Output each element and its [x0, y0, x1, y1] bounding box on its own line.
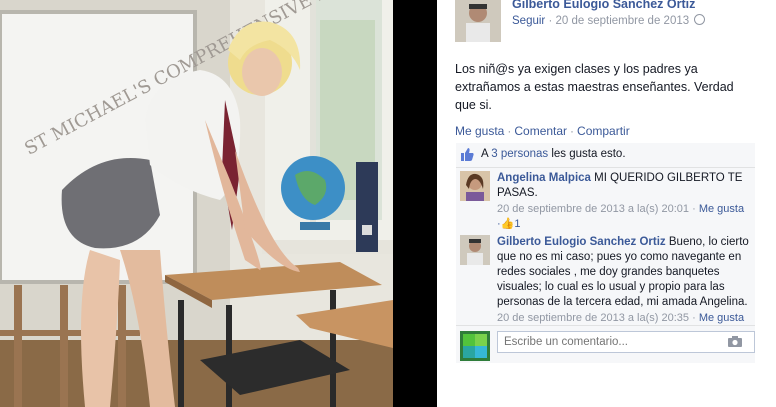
comment-item: Gilberto Eulogio Sanchez Ortiz Bueno, lo…	[456, 233, 755, 324]
lightbox-gap	[393, 0, 437, 407]
comment-composer	[456, 325, 755, 364]
post-actions: Me gusta · Comentar · Compartir	[455, 124, 630, 138]
post-header: Gilberto Eulogio Sanchez Ortiz Seguir · …	[455, 0, 775, 42]
post-date[interactable]: 20 de septiembre de 2013	[556, 15, 690, 27]
comment-link[interactable]: Comentar	[514, 124, 567, 138]
current-user-avatar	[460, 331, 490, 361]
comment-input[interactable]	[497, 331, 755, 353]
likes-people-link[interactable]: 3 personas	[491, 148, 548, 160]
globe-icon	[694, 14, 706, 25]
post-meta: Seguir · 20 de septiembre de 2013	[512, 14, 706, 27]
comments-box: A 3 personas les gusta esto. Angelina Ma…	[456, 143, 755, 363]
like-count-value: 1	[514, 218, 521, 230]
comment-item: Angelina Malpica MI QUERIDO GILBERTO TE …	[456, 168, 755, 230]
thumbs-up-icon	[461, 148, 474, 161]
author-avatar[interactable]	[455, 0, 501, 42]
comment-like-link[interactable]: Me gusta	[699, 312, 744, 324]
post-text: Los niñ@s ya exigen clases y los padres …	[455, 62, 734, 112]
comment-timestamp[interactable]: 20 de septiembre de 2013 a la(s) 20:01	[497, 203, 689, 215]
likes-suffix: les gusta esto.	[551, 148, 626, 160]
post-sidebar: Gilberto Eulogio Sanchez Ortiz Seguir · …	[437, 0, 776, 407]
commenter-name[interactable]: Angelina Malpica	[497, 172, 591, 184]
comment-like-link[interactable]: Me gusta	[699, 203, 744, 215]
small-thumbs-up-icon: ·👍	[497, 218, 515, 230]
comment-timestamp[interactable]: 20 de septiembre de 2013 a la(s) 20:35	[497, 312, 689, 324]
follow-link[interactable]: Seguir	[512, 15, 545, 27]
comment-body: Gilberto Eulogio Sanchez Ortiz Bueno, lo…	[497, 236, 749, 324]
post-photo[interactable]: ST MICHAEL'S COMPREHENSIVE 2010	[0, 0, 393, 407]
action-separator: ·	[507, 124, 512, 138]
share-link[interactable]: Compartir	[577, 124, 630, 138]
like-link[interactable]: Me gusta	[455, 124, 504, 138]
comment-like-count[interactable]: ·👍1	[497, 217, 752, 232]
comment-body: Angelina Malpica MI QUERIDO GILBERTO TE …	[497, 171, 752, 232]
camera-icon[interactable]	[728, 336, 742, 347]
author-name[interactable]: Gilberto Eulogio Sanchez Ortiz	[512, 0, 695, 11]
commenter-name[interactable]: Gilberto Eulogio Sanchez Ortiz	[497, 236, 666, 248]
commenter-avatar[interactable]	[460, 235, 490, 265]
meta-separator: ·	[548, 15, 553, 27]
likes-prefix: A	[481, 148, 489, 160]
likes-summary: A 3 personas les gusta esto.	[456, 143, 755, 168]
action-separator: ·	[570, 124, 575, 138]
commenter-avatar[interactable]	[460, 171, 490, 201]
